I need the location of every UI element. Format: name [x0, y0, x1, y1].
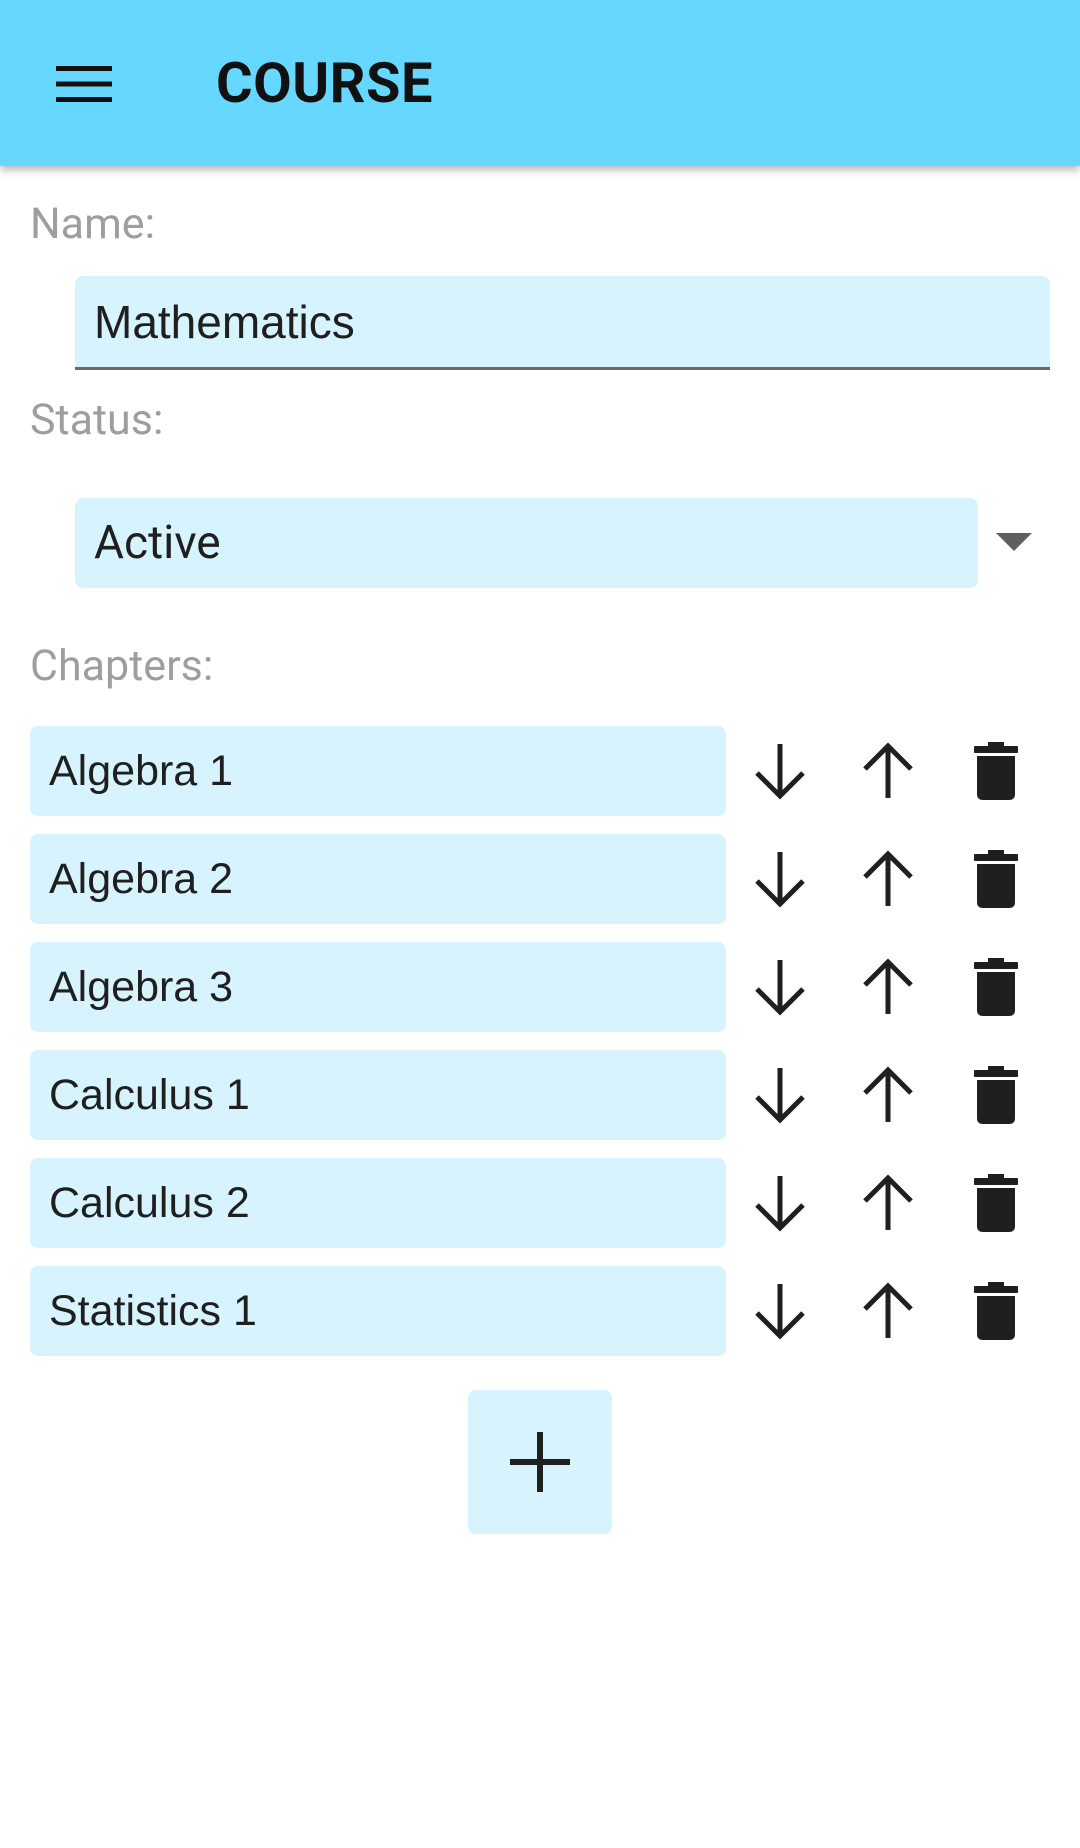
chapter-row-3: [30, 942, 1070, 1032]
delete-button[interactable]: [960, 1059, 1032, 1131]
move-up-button[interactable]: [852, 843, 924, 915]
status-select[interactable]: Active: [75, 498, 978, 588]
trash-icon: [974, 850, 1018, 908]
move-down-button[interactable]: [744, 1275, 816, 1347]
chapter-name-field[interactable]: [30, 726, 726, 816]
delete-button[interactable]: [960, 1275, 1032, 1347]
trash-icon: [974, 1282, 1018, 1340]
chevron-down-icon[interactable]: [996, 533, 1032, 553]
arrow-up-icon: [863, 1282, 913, 1338]
chapter-name-field[interactable]: [30, 1266, 726, 1356]
arrow-down-icon: [755, 1284, 805, 1340]
trash-icon: [974, 958, 1018, 1016]
menu-button[interactable]: [48, 52, 120, 116]
chapter-name-field[interactable]: [30, 1158, 726, 1248]
arrow-down-icon: [755, 1068, 805, 1124]
chapter-name-field[interactable]: [30, 834, 726, 924]
add-chapter-button[interactable]: [468, 1390, 612, 1534]
arrow-up-icon: [863, 1174, 913, 1230]
move-down-button[interactable]: [744, 951, 816, 1023]
arrow-up-icon: [863, 742, 913, 798]
delete-button[interactable]: [960, 951, 1032, 1023]
arrow-up-icon: [863, 850, 913, 906]
move-up-button[interactable]: [852, 951, 924, 1023]
chapter-name-field[interactable]: [30, 942, 726, 1032]
delete-button[interactable]: [960, 843, 1032, 915]
status-select-value: Active: [94, 516, 221, 570]
move-down-button[interactable]: [744, 843, 816, 915]
arrow-up-icon: [863, 1066, 913, 1122]
name-label: Name:: [30, 199, 155, 249]
chapters-label: Chapters:: [30, 641, 214, 691]
arrow-down-icon: [755, 1176, 805, 1232]
page-title: COURSE: [216, 50, 434, 116]
delete-button[interactable]: [960, 735, 1032, 807]
move-down-button[interactable]: [744, 735, 816, 807]
move-up-button[interactable]: [852, 735, 924, 807]
arrow-down-icon: [755, 852, 805, 908]
chapter-row-5: [30, 1158, 1070, 1248]
trash-icon: [974, 1066, 1018, 1124]
trash-icon: [974, 1174, 1018, 1232]
trash-icon: [974, 742, 1018, 800]
delete-button[interactable]: [960, 1167, 1032, 1239]
name-field[interactable]: [75, 276, 1050, 370]
chapter-row-1: [30, 726, 1070, 816]
arrow-down-icon: [755, 960, 805, 1016]
move-down-button[interactable]: [744, 1059, 816, 1131]
chapter-row-4: [30, 1050, 1070, 1140]
chapter-name-field[interactable]: [30, 1050, 726, 1140]
arrow-down-icon: [755, 744, 805, 800]
move-up-button[interactable]: [852, 1167, 924, 1239]
arrow-up-icon: [863, 958, 913, 1014]
status-label: Status:: [30, 395, 164, 445]
plus-icon: [510, 1432, 570, 1492]
hamburger-menu-icon: [56, 66, 112, 102]
chapter-row-6: [30, 1266, 1070, 1356]
move-down-button[interactable]: [744, 1167, 816, 1239]
move-up-button[interactable]: [852, 1275, 924, 1347]
chapter-row-2: [30, 834, 1070, 924]
move-up-button[interactable]: [852, 1059, 924, 1131]
app-bar: COURSE: [0, 0, 1080, 166]
